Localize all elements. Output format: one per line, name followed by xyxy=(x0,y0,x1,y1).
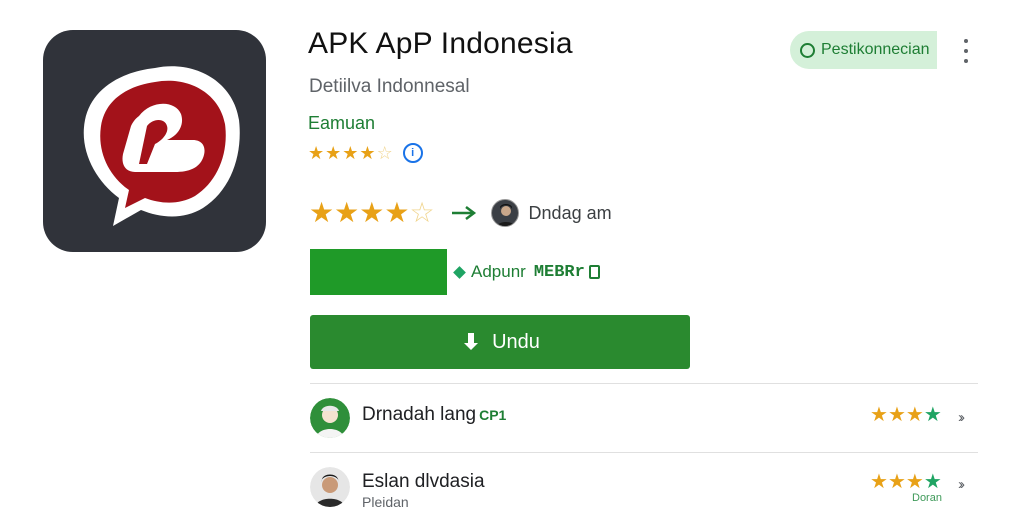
app-logo-icon xyxy=(43,30,266,252)
list-item[interactable]: Eslan dlvdasia Pleidan ★ ★ ★ ★ Doran ›› xyxy=(310,462,978,512)
circle-icon xyxy=(800,42,815,58)
diamond-icon xyxy=(453,265,466,279)
star-icon: ★ xyxy=(905,471,924,493)
badge-code: MEBRr xyxy=(533,262,585,282)
list-item[interactable]: Drnadah lang CP1 ★ ★ ★ ★ ›› xyxy=(310,396,978,446)
status-badge[interactable]: Pestikonnecian xyxy=(790,31,937,69)
star-icon: ★ xyxy=(923,404,942,426)
star-icon: ★ xyxy=(342,143,359,163)
star-icon: ★ xyxy=(359,197,385,228)
review-stars: ★ ★ ★ ★ xyxy=(870,472,942,492)
reviewer-name: Dndag am xyxy=(528,202,612,223)
install-progress-block[interactable] xyxy=(310,249,447,295)
avatar xyxy=(310,467,350,507)
star-icon: ★ xyxy=(309,197,335,228)
rating-row: ★ ★ ★ ★ ☆ Dndag am xyxy=(309,199,612,227)
star-icon: ★ xyxy=(870,471,888,493)
badges-row: Adpunr MEBRr xyxy=(453,262,600,282)
star-icon: ★ xyxy=(905,404,924,426)
star-icon: ★ xyxy=(308,143,325,163)
download-button[interactable]: Undu xyxy=(310,315,690,369)
review-caption: Doran xyxy=(912,492,942,504)
star-icon: ★ xyxy=(384,197,410,228)
chevron-right-icon[interactable]: ›› xyxy=(958,476,965,493)
star-icon: ★ xyxy=(870,404,888,426)
app-subtitle: Detiilva Indonnesal xyxy=(309,76,470,97)
status-label: Pestikonnecian xyxy=(821,41,930,58)
star-icon: ★ xyxy=(334,197,360,228)
review-stars: ★ ★ ★ ★ xyxy=(870,405,942,425)
star-icon: ★ xyxy=(887,404,906,426)
document-icon xyxy=(588,265,600,279)
avatar xyxy=(310,398,350,438)
badge-label: Adpunr xyxy=(471,262,526,281)
avatar[interactable] xyxy=(490,199,519,227)
review-tag: CP1 xyxy=(479,407,507,423)
divider xyxy=(310,383,978,384)
star-icon: ★ xyxy=(325,143,342,163)
star-empty-icon: ☆ xyxy=(409,197,435,228)
star-half-icon: ★ xyxy=(923,471,942,493)
review-author-name: Eslan dlvdasia xyxy=(362,471,485,492)
app-rating-stars: ★ ★ ★ ★ ☆ i xyxy=(308,143,423,163)
download-label: Undu xyxy=(492,330,540,353)
star-half-icon: ★ xyxy=(359,143,376,163)
review-subtitle: Pleidan xyxy=(362,494,409,510)
more-vertical-icon[interactable] xyxy=(960,39,972,63)
app-title: APK ApP Indonesia xyxy=(308,27,573,60)
arrow-right-icon[interactable] xyxy=(449,203,479,223)
star-empty-icon: ☆ xyxy=(376,143,393,163)
review-author: Drnadah lang CP1 xyxy=(362,404,506,426)
download-icon xyxy=(464,333,479,350)
review-author-name: Drnadah lang xyxy=(362,404,477,425)
developer-link[interactable]: Eamuan xyxy=(308,113,375,134)
info-icon[interactable]: i xyxy=(402,143,423,163)
divider xyxy=(310,452,978,453)
chevron-right-icon[interactable]: ›› xyxy=(958,409,965,426)
star-icon: ★ xyxy=(887,471,906,493)
